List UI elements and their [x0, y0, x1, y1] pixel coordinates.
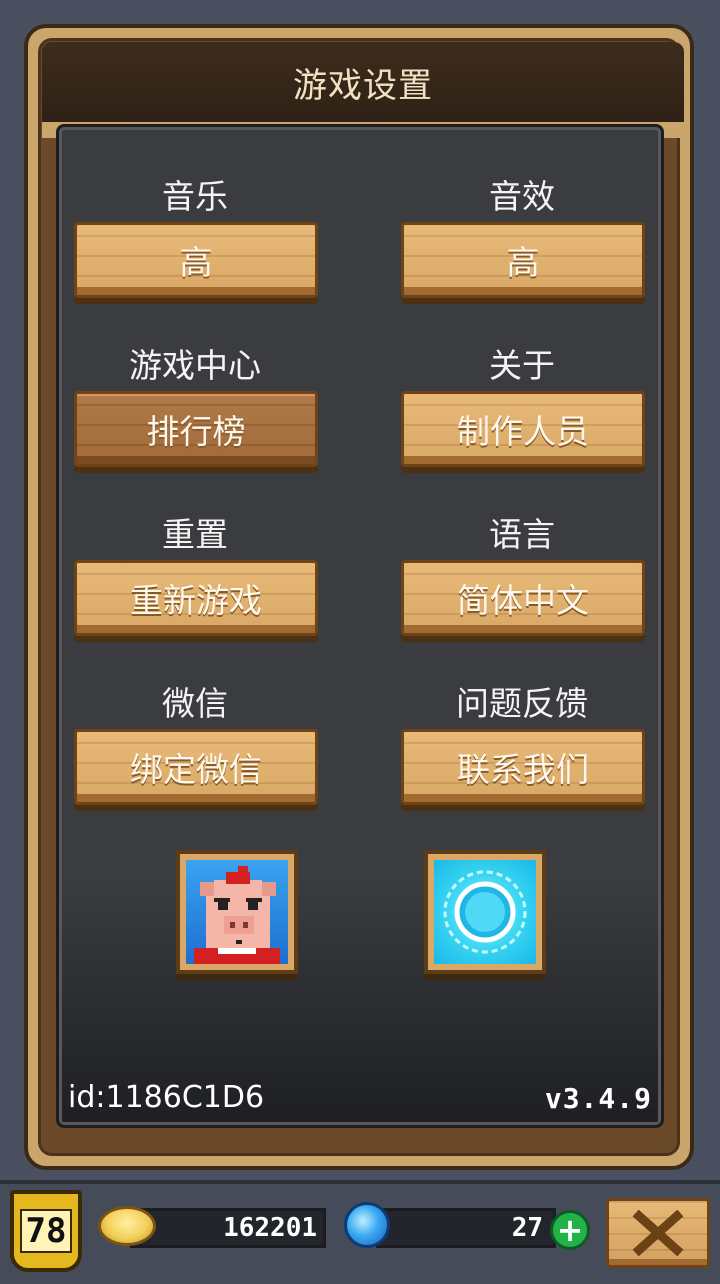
- sound-button[interactable]: 高: [401, 222, 645, 298]
- dialog-title: 游戏设置: [293, 65, 433, 106]
- portal-button[interactable]: [424, 850, 546, 974]
- music-label: 音乐: [162, 177, 228, 216]
- add-gems-button[interactable]: +: [550, 1210, 590, 1250]
- title-bar: 游戏设置: [42, 42, 684, 122]
- credits-button[interactable]: 制作人员: [401, 391, 645, 467]
- close-button[interactable]: [606, 1198, 710, 1268]
- gem-counter: 27: [376, 1208, 556, 1248]
- pig-avatar-button[interactable]: [176, 850, 298, 974]
- about-label: 关于: [489, 346, 555, 385]
- portal-icon: [434, 860, 536, 964]
- coin-counter: 162201: [130, 1208, 326, 1248]
- language-button[interactable]: 简体中文: [401, 560, 645, 636]
- gem-icon: [344, 1202, 390, 1248]
- wechat-label: 微信: [162, 684, 228, 723]
- game-center-label: 游戏中心: [129, 346, 261, 385]
- leaderboard-button[interactable]: 排行榜: [74, 391, 318, 467]
- close-icon: [632, 1210, 684, 1256]
- contact-us-button[interactable]: 联系我们: [401, 729, 645, 805]
- restart-game-button[interactable]: 重新游戏: [74, 560, 318, 636]
- coin-icon: [98, 1206, 156, 1246]
- language-label: 语言: [489, 515, 555, 554]
- version-label: v3.4.9: [544, 1082, 652, 1115]
- level-badge[interactable]: 78: [10, 1190, 82, 1272]
- level-value: 78: [19, 1209, 73, 1253]
- sound-label: 音效: [489, 177, 555, 216]
- pig-icon: [186, 860, 288, 964]
- reset-label: 重置: [162, 515, 228, 554]
- feedback-label: 问题反馈: [456, 684, 588, 723]
- player-id: id:1186C1D6: [68, 1080, 265, 1115]
- bind-wechat-button[interactable]: 绑定微信: [74, 729, 318, 805]
- music-button[interactable]: 高: [74, 222, 318, 298]
